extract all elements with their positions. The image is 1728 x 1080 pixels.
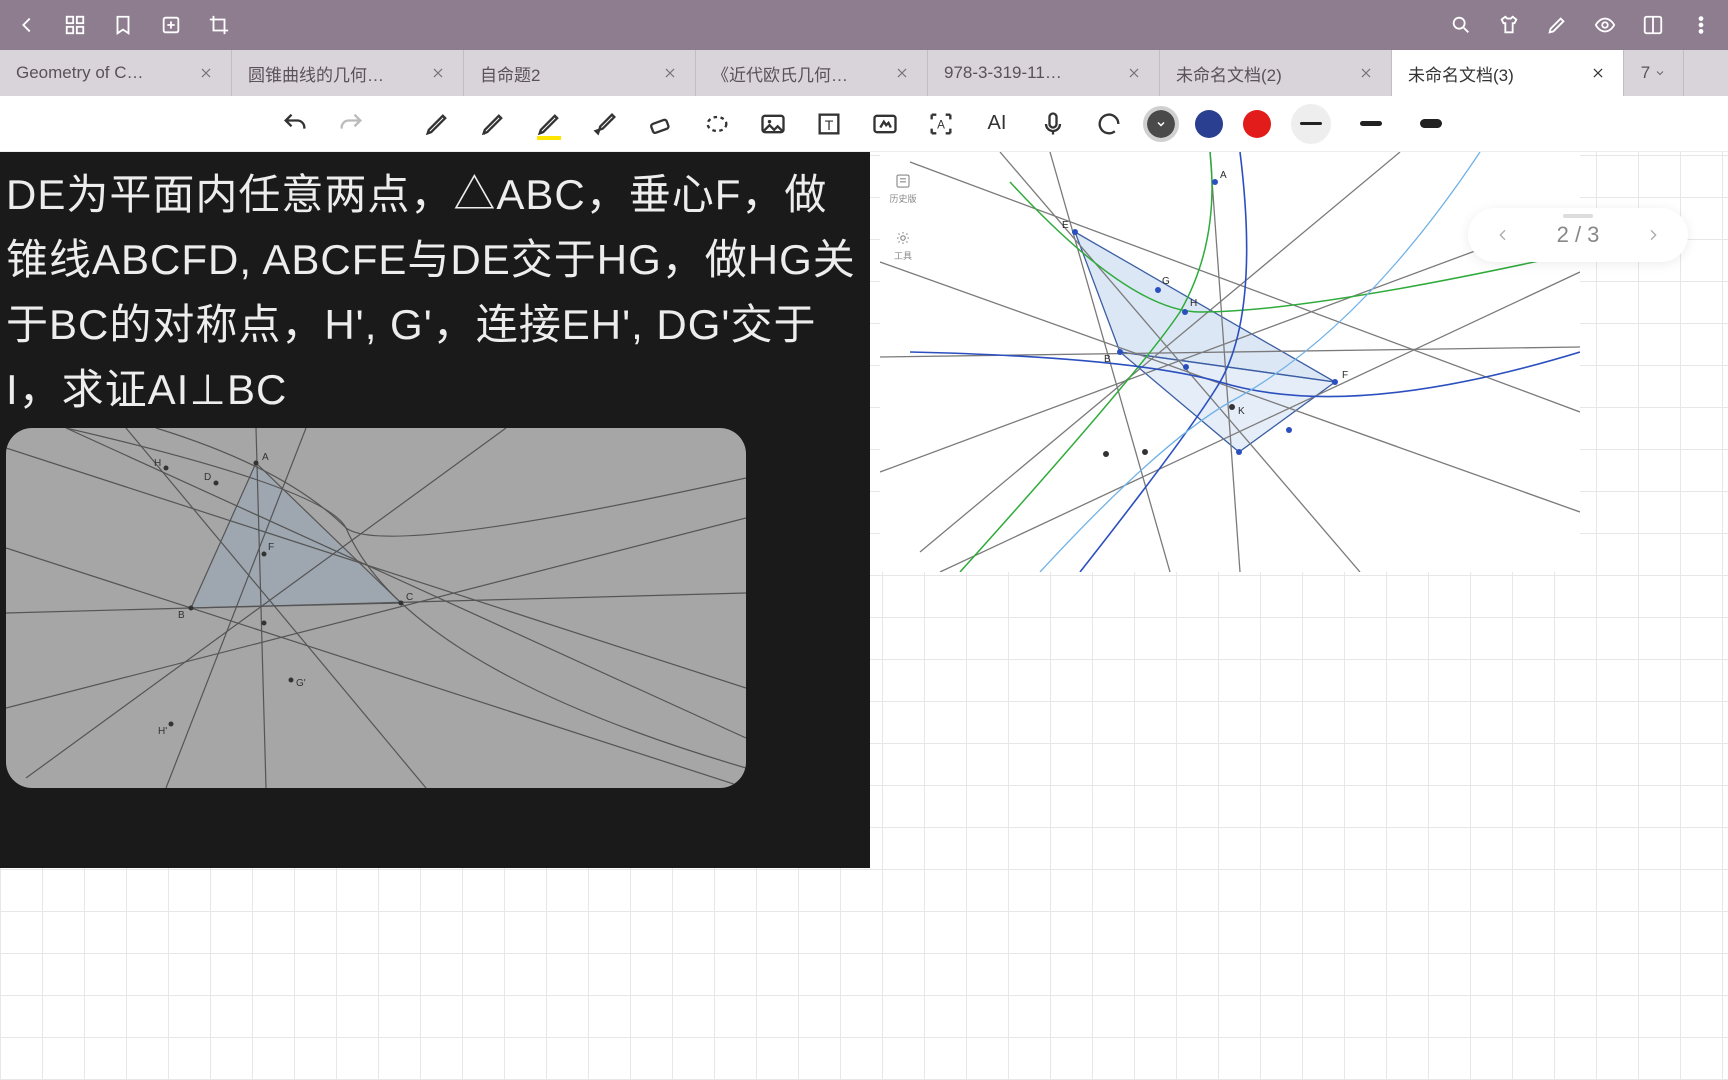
redo-button[interactable]	[333, 106, 369, 142]
close-icon[interactable]	[429, 64, 447, 82]
svg-text:G': G'	[296, 678, 306, 689]
stroke-thin[interactable]	[1291, 104, 1331, 144]
grid-icon[interactable]	[60, 10, 90, 40]
svg-text:B: B	[1104, 354, 1111, 365]
svg-text:B: B	[178, 610, 185, 621]
back-button[interactable]	[12, 10, 42, 40]
close-icon[interactable]	[1125, 64, 1143, 82]
app-top-bar	[0, 0, 1728, 50]
tab-label: 圆锥曲线的几何…	[248, 61, 429, 86]
stroke-thick[interactable]	[1411, 119, 1451, 128]
svg-text:H: H	[1190, 298, 1197, 309]
svg-text:T: T	[825, 116, 834, 132]
tab-label: 978-3-319-11…	[944, 63, 1125, 83]
svg-text:C: C	[406, 592, 413, 603]
problem-thumbnail: A B C D H F G' H'	[6, 428, 746, 788]
ocr-tool[interactable]: A	[923, 106, 959, 142]
page-next-button[interactable]	[1638, 227, 1668, 243]
tab-3[interactable]: 《近代欧氏几何…	[696, 50, 928, 96]
tab-label: 《近代欧氏几何…	[712, 61, 893, 86]
tools-tool[interactable]: 工具	[894, 229, 912, 262]
eraser-tool[interactable]	[643, 106, 679, 142]
color-blue[interactable]	[1195, 110, 1223, 138]
page-prev-button[interactable]	[1488, 227, 1518, 243]
svg-text:D: D	[204, 472, 211, 483]
page-nav[interactable]: 2 / 3	[1468, 208, 1688, 262]
page-indicator: 2 / 3	[1557, 222, 1600, 248]
search-icon[interactable]	[1446, 10, 1476, 40]
svg-text:A: A	[937, 118, 945, 131]
close-icon[interactable]	[197, 64, 215, 82]
close-icon[interactable]	[1589, 64, 1607, 82]
lasso-tool[interactable]	[699, 106, 735, 142]
pen-icon[interactable]	[1542, 10, 1572, 40]
text-tool[interactable]: T	[811, 106, 847, 142]
tab-label: 自命题2	[480, 61, 661, 86]
svg-text:F: F	[1342, 370, 1348, 381]
tab-overflow-count: 7	[1641, 63, 1650, 83]
close-icon[interactable]	[1357, 64, 1375, 82]
tab-strip: Geometry of C… 圆锥曲线的几何… 自命题2 《近代欧氏几何… 97…	[0, 50, 1728, 96]
image-tool[interactable]	[755, 106, 791, 142]
history-label: 历史版	[889, 192, 916, 205]
color-red[interactable]	[1243, 110, 1271, 138]
shirt-icon[interactable]	[1494, 10, 1524, 40]
problem-block: DE为平面内任意两点，△ABC，垂心F，做锥线ABCFD, ABCFE与DE交于…	[0, 152, 870, 868]
history-tool[interactable]: 历史版	[889, 172, 916, 205]
ai-tool[interactable]: AI	[979, 106, 1015, 142]
add-page-icon[interactable]	[156, 10, 186, 40]
tool-bar: T A AI	[0, 96, 1728, 152]
tab-label: 未命名文档(3)	[1408, 61, 1589, 86]
svg-text:H': H'	[158, 726, 167, 737]
tab-4[interactable]: 978-3-319-11…	[928, 50, 1160, 96]
circle-tool[interactable]	[1091, 106, 1127, 142]
more-icon[interactable]	[1686, 10, 1716, 40]
svg-text:K: K	[1238, 406, 1245, 417]
svg-text:A: A	[262, 452, 269, 463]
tab-2[interactable]: 自命题2	[464, 50, 696, 96]
crop-icon[interactable]	[204, 10, 234, 40]
canvas-side-toolbar: 历史版 工具	[888, 172, 918, 262]
highlighter-tool[interactable]	[531, 106, 567, 142]
undo-button[interactable]	[277, 106, 313, 142]
tab-label: 未命名文档(2)	[1176, 61, 1357, 86]
split-view-icon[interactable]	[1638, 10, 1668, 40]
tab-1[interactable]: 圆锥曲线的几何…	[232, 50, 464, 96]
tools-label: 工具	[894, 249, 912, 262]
stroke-medium[interactable]	[1351, 121, 1391, 126]
svg-text:F: F	[268, 542, 274, 553]
tab-6[interactable]: 未命名文档(3)	[1392, 50, 1624, 96]
close-icon[interactable]	[893, 64, 911, 82]
pen-tool[interactable]	[419, 106, 455, 142]
tab-0[interactable]: Geometry of C…	[0, 50, 232, 96]
pencil-tool[interactable]	[475, 106, 511, 142]
svg-text:A: A	[1220, 170, 1227, 181]
bookmark-icon[interactable]	[108, 10, 138, 40]
tab-overflow[interactable]: 7	[1624, 50, 1684, 96]
canvas[interactable]: DE为平面内任意两点，△ABC，垂心F，做锥线ABCFD, ABCFE与DE交于…	[0, 152, 1728, 1080]
marker-tool[interactable]	[587, 106, 623, 142]
svg-text:H: H	[154, 458, 161, 469]
svg-text:E: E	[1062, 220, 1069, 231]
mic-tool[interactable]	[1035, 106, 1071, 142]
eye-icon[interactable]	[1590, 10, 1620, 40]
shape-tool[interactable]	[867, 106, 903, 142]
svg-text:G: G	[1162, 276, 1170, 287]
tab-5[interactable]: 未命名文档(2)	[1160, 50, 1392, 96]
drag-handle-icon[interactable]	[1563, 214, 1593, 218]
close-icon[interactable]	[661, 64, 679, 82]
problem-text: DE为平面内任意两点，△ABC，垂心F，做锥线ABCFD, ABCFE与DE交于…	[6, 162, 860, 422]
color-gray[interactable]	[1147, 110, 1175, 138]
tab-label: Geometry of C…	[16, 63, 197, 83]
